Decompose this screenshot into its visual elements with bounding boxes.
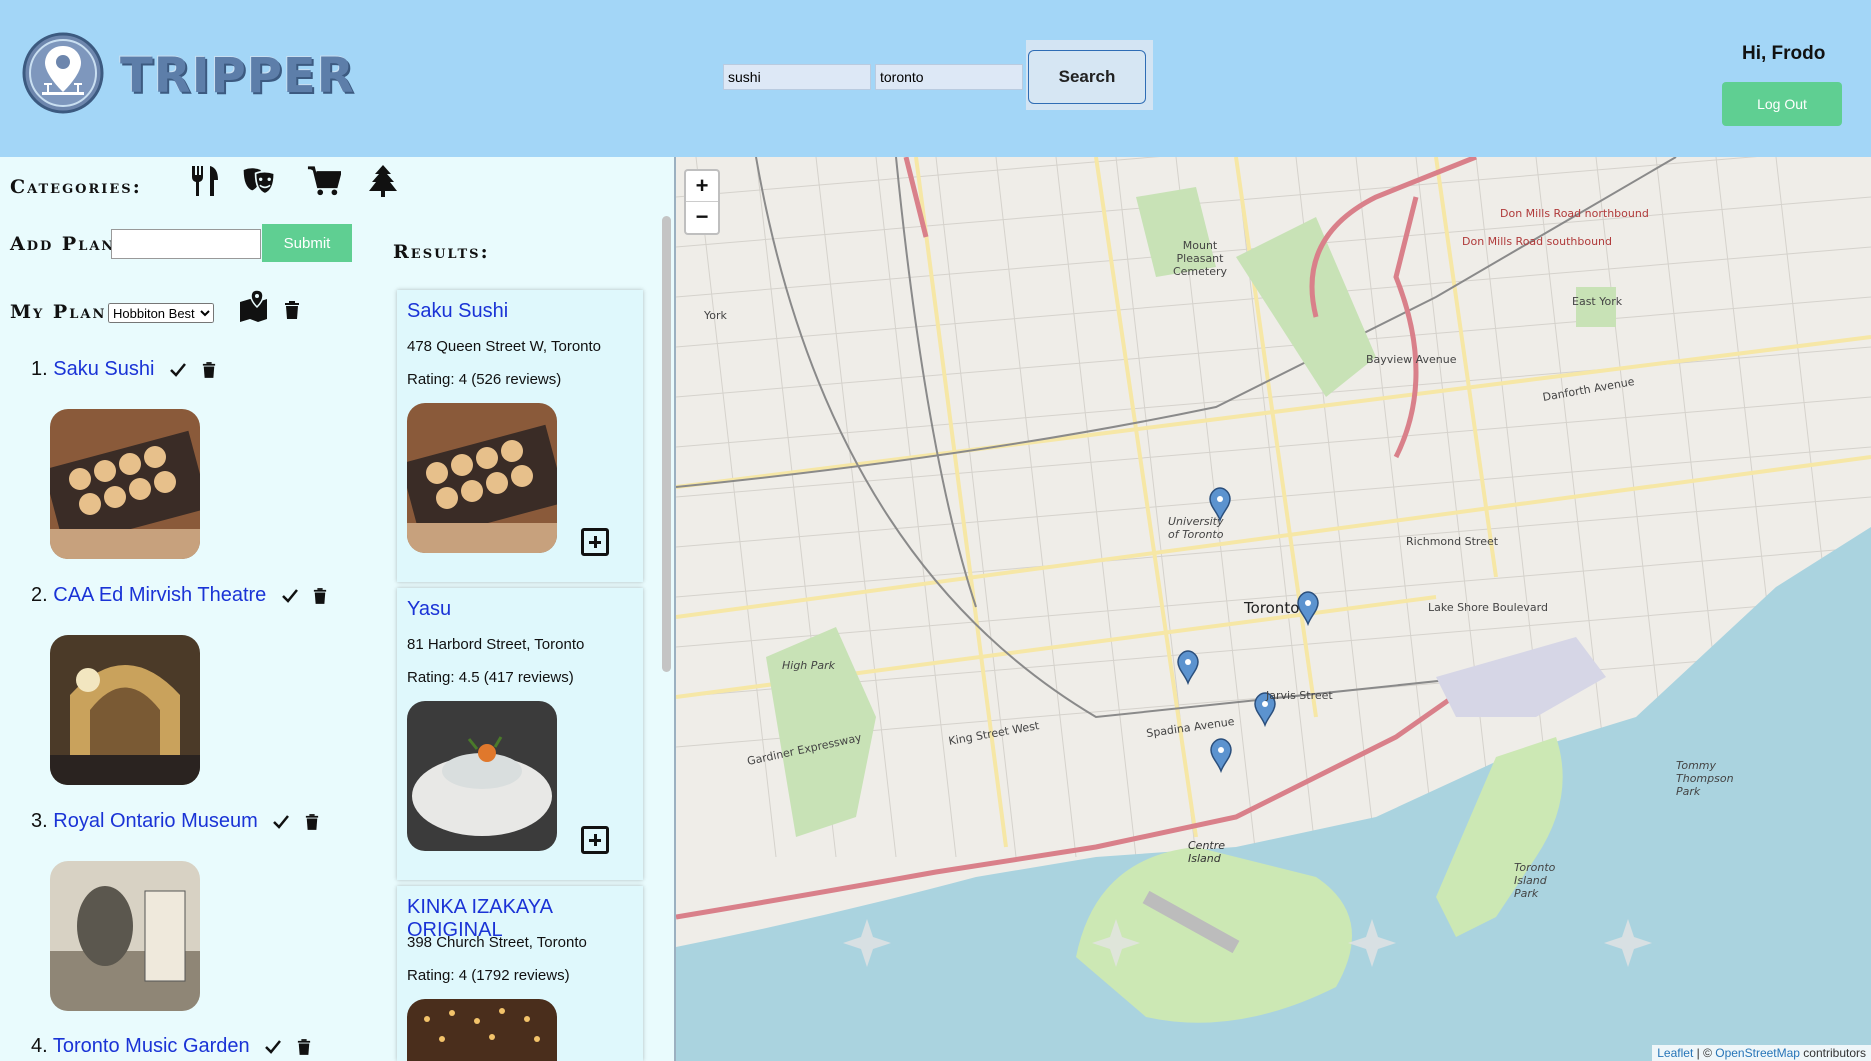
- plan-list-item: 2. CAA Ed Mirvish Theatre: [31, 584, 327, 607]
- check-icon[interactable]: [273, 814, 290, 829]
- check-icon[interactable]: [170, 362, 186, 377]
- add-to-plan-button[interactable]: [581, 826, 609, 854]
- result-image: [407, 999, 557, 1061]
- map-label: Toronto: [1244, 599, 1300, 617]
- search-term-input[interactable]: [723, 64, 871, 90]
- header: TRIPPER Search Hi, Frodo Log Out: [0, 0, 1871, 157]
- result-rating: Rating: 4 (1792 reviews): [407, 967, 570, 984]
- plan-item-link[interactable]: Saku Sushi: [53, 358, 154, 380]
- result-address: 81 Harbord Street, Toronto: [407, 636, 585, 653]
- map-label: Richmond Street: [1406, 535, 1499, 548]
- map-label: Tommy Thompson Park: [1676, 759, 1734, 798]
- plan-item-image-theatre: [50, 635, 200, 785]
- map-location-icon[interactable]: [238, 288, 276, 322]
- shopping-cart-icon[interactable]: [307, 164, 341, 198]
- logo-icon: [22, 32, 104, 114]
- results-label: Results:: [393, 241, 490, 263]
- result-image: [407, 701, 557, 851]
- result-card: KINKA IZAKAYA ORIGINAL 398 Church Street…: [397, 886, 643, 1061]
- submit-plan-button[interactable]: Submit: [262, 224, 352, 262]
- result-image: [407, 403, 557, 553]
- map-label: Don Mills Road southbound: [1462, 235, 1613, 248]
- plan-list-item: 1. Saku Sushi: [31, 358, 216, 381]
- plan-item-image-sushi: [50, 409, 200, 559]
- search-button[interactable]: Search: [1028, 50, 1146, 104]
- trash-icon[interactable]: [313, 587, 327, 604]
- zoom-control: + −: [684, 169, 720, 235]
- categories-label: Categories:: [10, 176, 142, 198]
- map-label: High Park: [782, 659, 836, 672]
- plan-item-link[interactable]: Toronto Music Garden: [53, 1035, 250, 1057]
- brand-title: TRIPPER: [120, 48, 355, 104]
- plan-item-number: 2.: [31, 584, 48, 606]
- add-plan-label: Add Plan:: [10, 233, 125, 255]
- plan-list-item: 4. Toronto Music Garden: [31, 1035, 311, 1058]
- trash-icon[interactable]: [297, 1038, 311, 1055]
- trash-icon[interactable]: [284, 301, 300, 319]
- result-address: 398 Church Street, Toronto: [407, 934, 587, 951]
- result-rating: Rating: 4 (526 reviews): [407, 371, 562, 388]
- logout-button[interactable]: Log Out: [1722, 82, 1842, 126]
- theatre-masks-icon[interactable]: [242, 164, 276, 198]
- plan-item-number: 4.: [31, 1035, 48, 1057]
- result-name-link[interactable]: Saku Sushi: [407, 300, 508, 323]
- map-attribution: Leaflet | © OpenStreetMap contributors: [1652, 1045, 1871, 1061]
- zoom-in-button[interactable]: +: [686, 171, 718, 202]
- plan-item-link[interactable]: CAA Ed Mirvish Theatre: [53, 584, 266, 606]
- search-location-input[interactable]: [875, 64, 1023, 90]
- zoom-out-button[interactable]: −: [686, 202, 718, 232]
- leaflet-link[interactable]: Leaflet: [1657, 1046, 1693, 1060]
- my-plan-label: My Plan:: [10, 301, 116, 323]
- map-label: Centre Island: [1188, 839, 1226, 865]
- plan-item-number: 3.: [31, 810, 48, 832]
- map-label: Lake Shore Boulevard: [1428, 601, 1548, 614]
- plan-select[interactable]: Hobbiton Best: [108, 303, 214, 323]
- plan-item-image-museum: [50, 861, 200, 1011]
- attribution-separator: | ©: [1693, 1046, 1716, 1060]
- map[interactable]: Toronto York East York University of Tor…: [676, 157, 1871, 1061]
- result-card: Saku Sushi 478 Queen Street W, Toronto R…: [397, 290, 643, 582]
- map-label: Toronto Island Park: [1514, 861, 1556, 900]
- trash-icon[interactable]: [202, 361, 216, 378]
- check-icon[interactable]: [281, 588, 298, 603]
- plan-list-item: 3. Royal Ontario Museum: [31, 810, 319, 833]
- map-label: University of Toronto: [1168, 515, 1224, 541]
- plan-item-number: 1.: [31, 358, 48, 380]
- user-greeting: Hi, Frodo: [1742, 43, 1826, 64]
- trash-icon[interactable]: [305, 813, 319, 830]
- plan-name-input[interactable]: [111, 229, 261, 259]
- result-address: 478 Queen Street W, Toronto: [407, 338, 602, 355]
- map-label: Bayview Avenue: [1366, 353, 1457, 366]
- attribution-tail: contributors: [1799, 1046, 1866, 1060]
- map-label: East York: [1572, 295, 1623, 308]
- result-rating: Rating: 4.5 (417 reviews): [407, 669, 574, 686]
- map-label: Mount Pleasant Cemetery: [1172, 239, 1228, 278]
- map-label: York: [704, 309, 727, 322]
- result-name-link[interactable]: Yasu: [407, 598, 451, 621]
- plan-item-link[interactable]: Royal Ontario Museum: [53, 810, 258, 832]
- result-card: Yasu 81 Harbord Street, Toronto Rating: …: [397, 588, 643, 880]
- map-label: Jarvis Street: [1266, 689, 1333, 702]
- osm-link[interactable]: OpenStreetMap: [1715, 1046, 1800, 1060]
- check-icon[interactable]: [265, 1039, 282, 1054]
- add-to-plan-button[interactable]: [581, 528, 609, 556]
- results-scrollbar[interactable]: [662, 216, 671, 672]
- tree-icon[interactable]: [366, 164, 400, 198]
- restaurant-icon[interactable]: [188, 164, 222, 198]
- map-label: Don Mills Road northbound: [1500, 207, 1649, 220]
